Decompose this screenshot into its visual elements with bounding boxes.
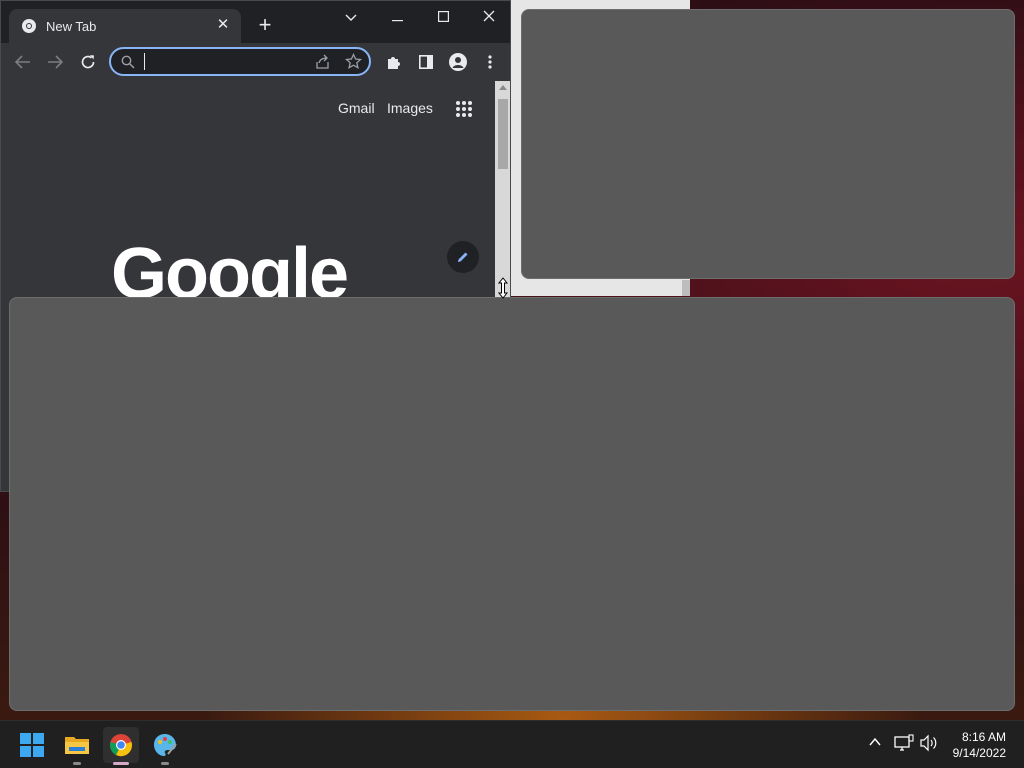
folder-icon [65, 737, 89, 754]
clock-time: 8:16 AM [961, 730, 1006, 744]
new-tab-button[interactable]: + [255, 14, 275, 36]
tab-title: New Tab [46, 19, 97, 34]
system-clock[interactable]: 8:16 AM 9/14/2022 [953, 729, 1006, 761]
tab-search-icon[interactable] [336, 7, 366, 27]
address-bar[interactable] [109, 47, 371, 76]
tab-close-icon[interactable]: ✕ [213, 15, 233, 35]
share-icon[interactable] [314, 53, 331, 70]
images-link[interactable]: Images [387, 100, 433, 116]
puzzle-icon[interactable] [382, 51, 406, 73]
clock-date: 9/14/2022 [952, 746, 1006, 760]
profile-icon[interactable] [446, 51, 470, 73]
file-explorer-button[interactable] [59, 727, 95, 765]
pencil-icon[interactable] [447, 241, 479, 273]
more-vert-icon[interactable] [478, 51, 502, 73]
back-arrow-icon[interactable] [11, 51, 35, 73]
background-window-edge [682, 280, 690, 296]
tab-strip: New Tab ✕ + [1, 1, 510, 43]
search-icon [121, 55, 135, 69]
active-indicator [113, 762, 129, 765]
address-input[interactable] [143, 52, 307, 73]
tab-new-tab[interactable]: New Tab ✕ [9, 9, 241, 43]
snap-zone-bottom[interactable] [9, 297, 1015, 711]
paint-icon [154, 734, 177, 756]
chrome-icon [110, 734, 132, 757]
snap-zone-top-right[interactable] [521, 9, 1015, 279]
running-indicator [161, 762, 169, 765]
taskbar: 8:16 AM 9/14/2022 [0, 720, 1024, 768]
windows-logo-icon [20, 733, 44, 757]
network-icon[interactable] [894, 734, 914, 752]
chrome-taskbar-button[interactable] [103, 727, 139, 765]
forward-arrow-icon[interactable] [43, 51, 67, 73]
reload-icon[interactable] [76, 51, 100, 73]
chrome-icon [22, 19, 36, 33]
scroll-up-arrow-icon[interactable] [499, 85, 507, 90]
start-button[interactable] [14, 727, 50, 763]
minimize-button[interactable] [382, 7, 412, 27]
close-window-button[interactable] [474, 7, 504, 27]
resize-cursor-icon [497, 277, 509, 299]
maximize-button[interactable] [428, 7, 458, 27]
running-indicator [73, 762, 81, 765]
volume-icon[interactable] [919, 734, 939, 752]
paint-button[interactable] [147, 727, 183, 765]
scrollbar-thumb[interactable] [498, 99, 508, 169]
chevron-up-icon[interactable] [868, 735, 882, 749]
gmail-link[interactable]: Gmail [338, 100, 375, 116]
browser-toolbar [1, 43, 510, 81]
side-panel-icon[interactable] [414, 51, 438, 73]
text-caret [144, 53, 145, 70]
apps-grid-icon[interactable] [455, 100, 473, 118]
star-icon[interactable] [345, 53, 362, 70]
